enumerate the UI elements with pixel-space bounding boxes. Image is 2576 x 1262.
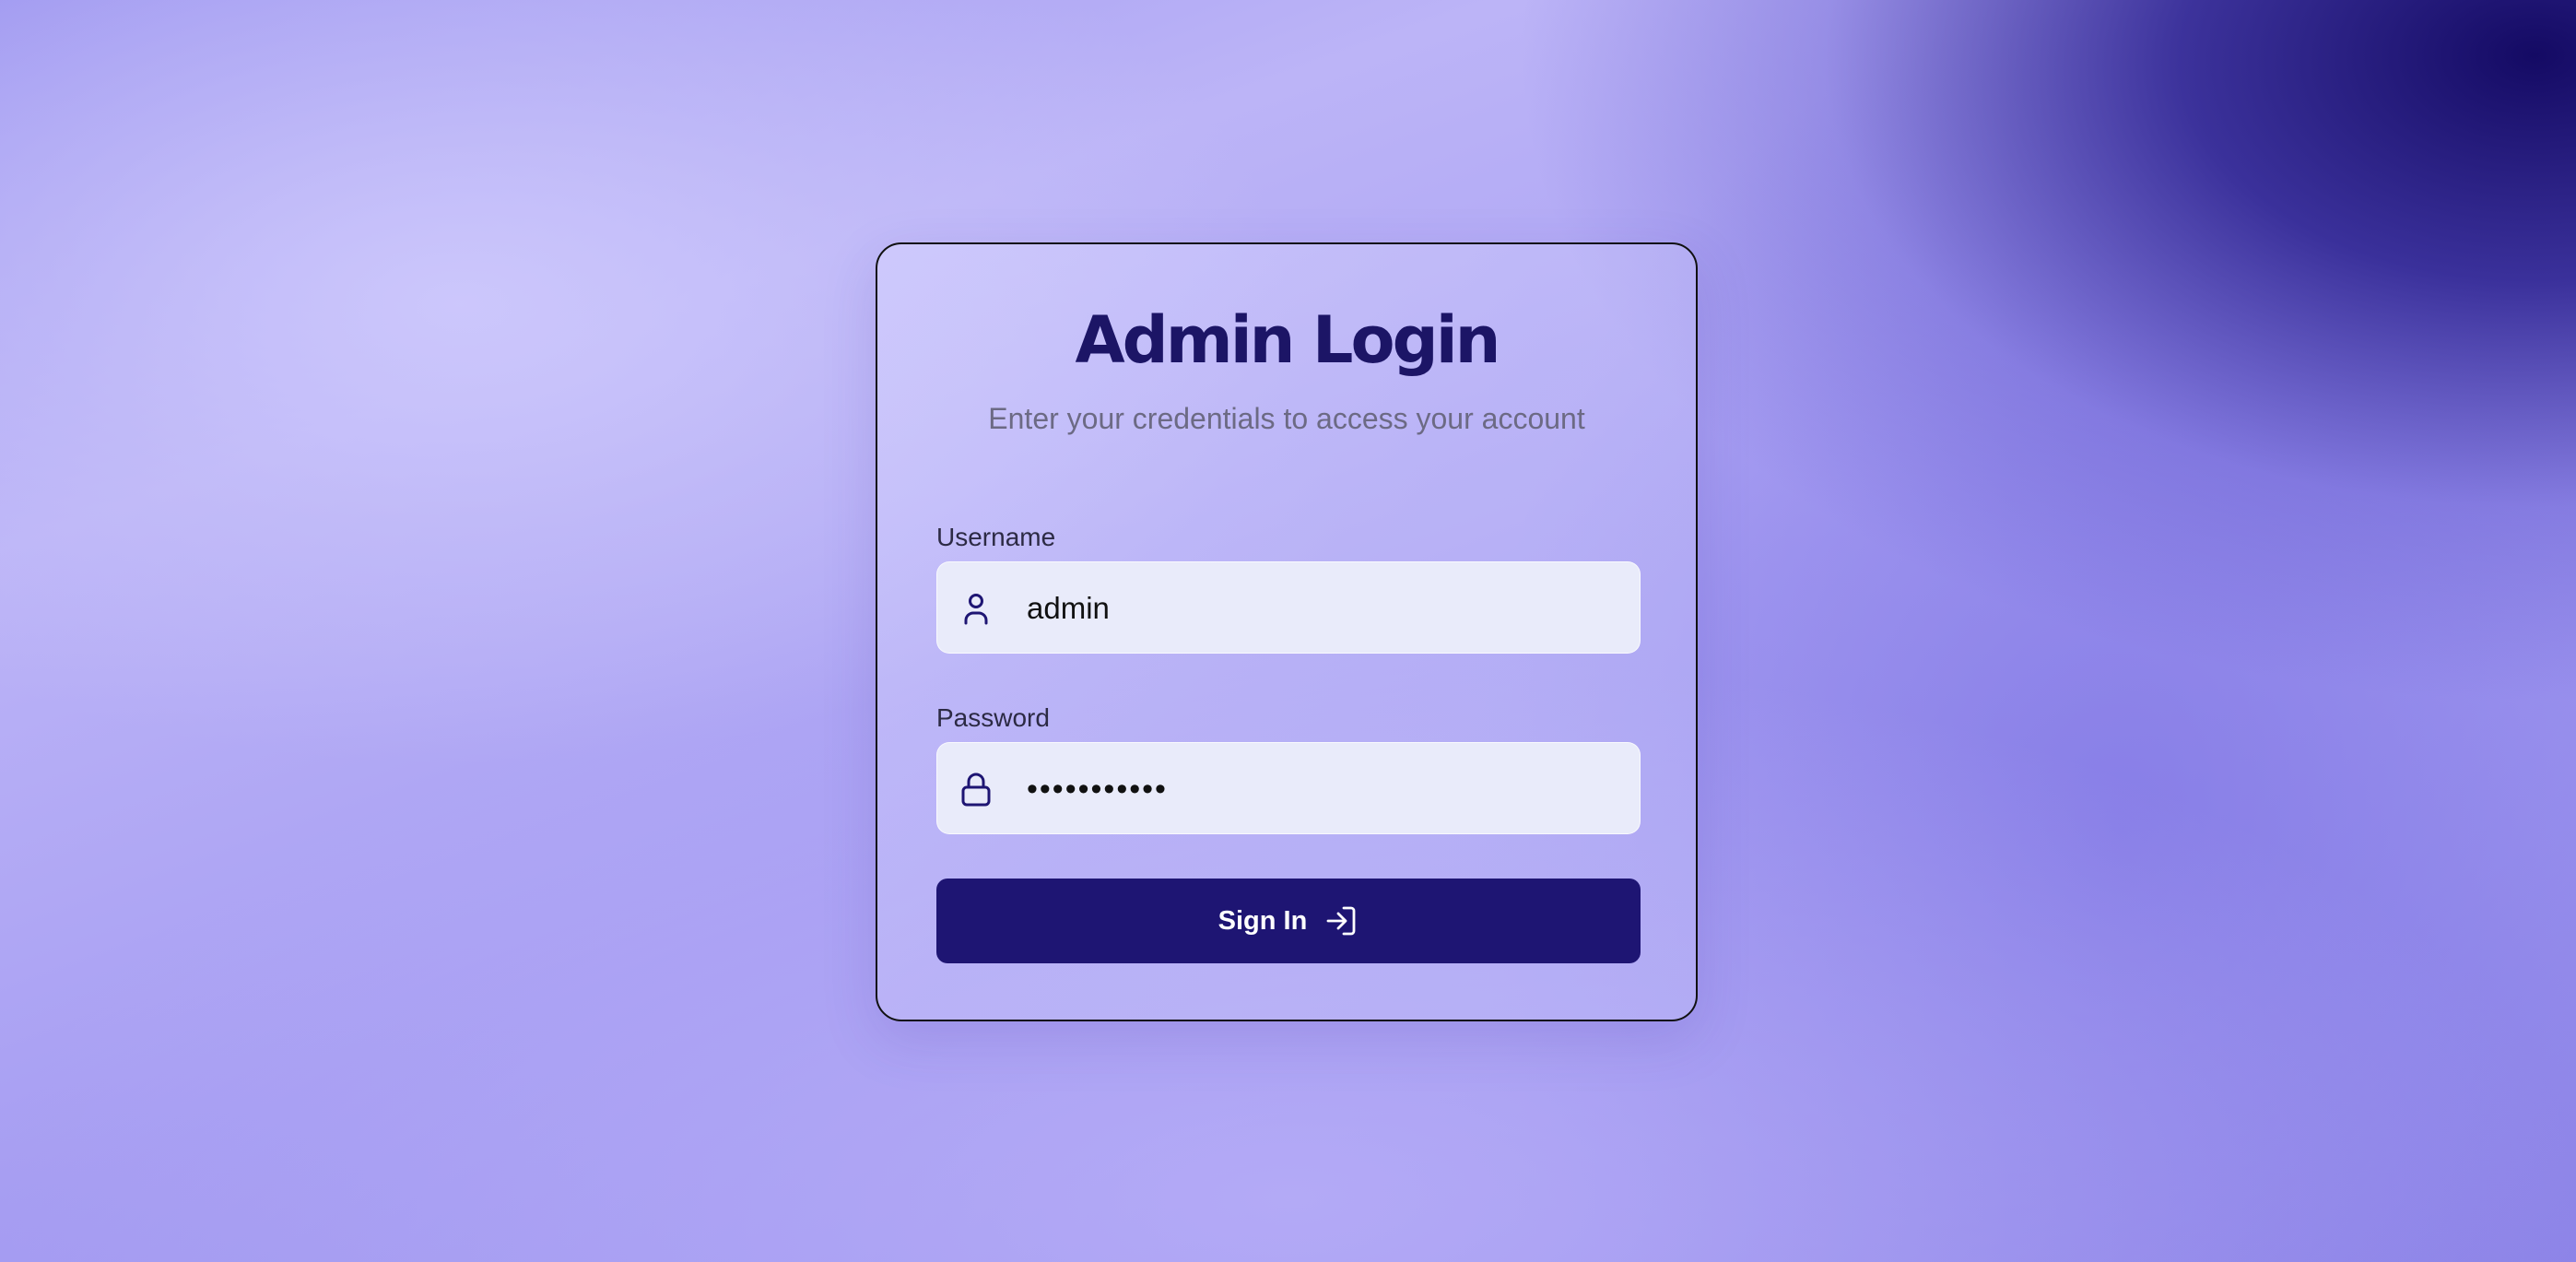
- login-card: Admin Login Enter your credentials to ac…: [876, 242, 1698, 1021]
- user-icon: [958, 590, 994, 627]
- sign-in-label: Sign In: [1217, 905, 1308, 936]
- lock-icon: [958, 771, 994, 808]
- password-field[interactable]: •••••••••••: [936, 742, 1641, 834]
- page-subtitle: Enter your credentials to access your ac…: [988, 402, 1585, 435]
- password-label: Password: [936, 703, 1050, 732]
- page-title: Admin Login: [1075, 302, 1500, 378]
- username-label: Username: [936, 523, 1056, 551]
- username-value: admin: [1027, 591, 1110, 625]
- password-value: •••••••••••: [1027, 772, 1168, 807]
- sign-in-button[interactable]: Sign In: [936, 879, 1641, 963]
- sign-in-icon: [1323, 903, 1359, 938]
- username-field[interactable]: admin: [936, 561, 1641, 654]
